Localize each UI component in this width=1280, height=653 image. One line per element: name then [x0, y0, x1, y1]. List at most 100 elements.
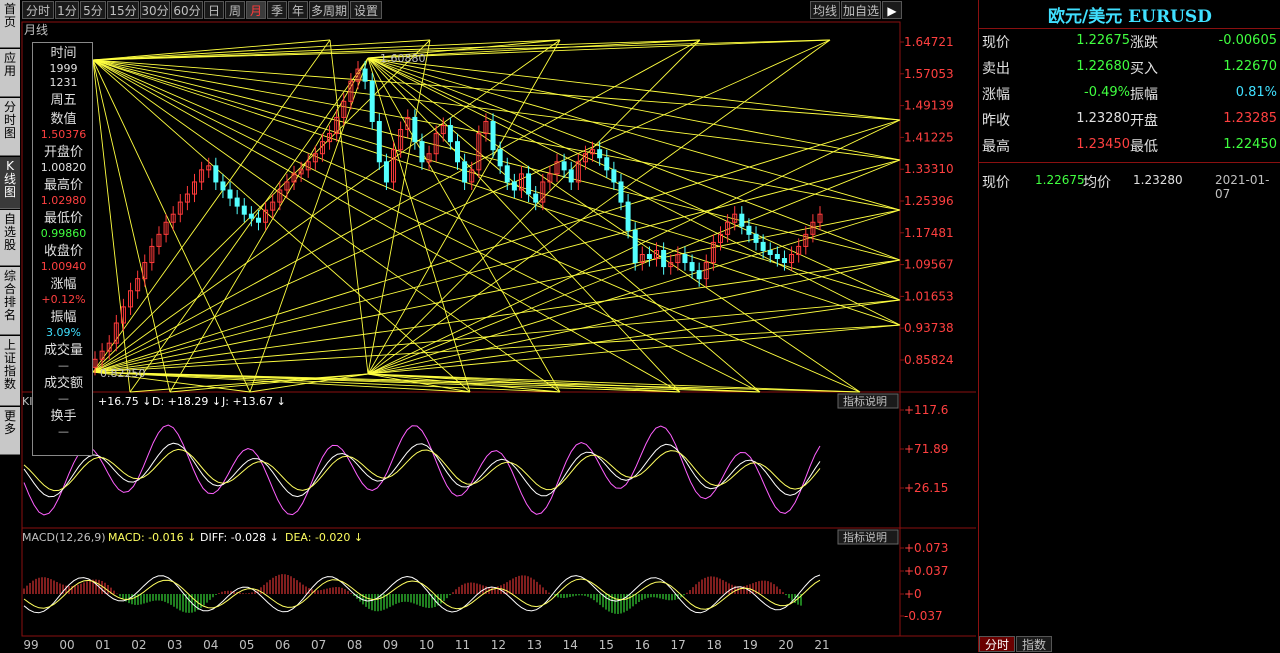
macd-axis-label: -0.037 [904, 609, 943, 623]
mini-price-value: 1.22675 [1035, 173, 1085, 187]
year-tick-label: 15 [599, 638, 614, 652]
info-value: 3.09% [46, 326, 81, 339]
info-label: 振幅 [50, 310, 77, 325]
info-label: 周五 [50, 93, 77, 108]
price-axis-label: 1.17481 [904, 226, 954, 240]
year-tick-label: 06 [275, 638, 290, 652]
price-axis-label: 0.85824 [904, 353, 954, 367]
bar-info-box: 时间 1999 1231 周五 数值 1.50376 开盘价 1.00820 最高价 1.0298… [32, 42, 93, 456]
year-tick-label: 21 [814, 638, 829, 652]
candle-body [689, 262, 695, 272]
quote-key: 昨收 [982, 113, 1010, 129]
kdj-explain-label: 指标说明 [843, 394, 887, 408]
candle-body [526, 173, 532, 195]
quote-value: 1.22670 [1223, 59, 1277, 74]
kdj-d-line [23, 448, 821, 492]
mini-avg-label: 均价 [1083, 175, 1111, 191]
macd-dea-line [23, 578, 821, 610]
year-tick-label: 02 [131, 638, 146, 652]
high-price-annotation: 1.60880 [380, 52, 426, 65]
kdj-axis-label: +71.89 [904, 442, 948, 456]
gann-fan-lines [92, 39, 901, 393]
year-tick-label: 11 [455, 638, 470, 652]
candle-body [597, 149, 603, 159]
year-tick-label: 10 [419, 638, 434, 652]
quote-value: -0.00605 [1218, 33, 1277, 48]
year-tick-label: 19 [742, 638, 757, 652]
candle-body [760, 241, 766, 251]
bottom-tab-1[interactable]: 指数 [1016, 636, 1052, 652]
price-axis-label: 1.49139 [904, 99, 954, 113]
macd-pane: MACD(12,26,9) MACD: -0.016 ↓ DIFF: -0.028 … [22, 529, 948, 623]
year-tick-label: 18 [706, 638, 721, 652]
year-tick-label: 13 [527, 638, 542, 652]
info-value: 1.50376 [40, 128, 87, 141]
quote-value: 1.22680 [1076, 59, 1130, 74]
year-tick-label: 12 [491, 638, 506, 652]
info-label: 收盘价 [43, 244, 83, 259]
year-tick-label: 99 [23, 638, 38, 652]
candle-body [746, 225, 752, 235]
info-value-2: 1231 [49, 76, 78, 89]
bottom-tab-label: 分时 [984, 638, 1009, 652]
price-axis-label: 1.25396 [904, 194, 954, 208]
info-label: 成交额 [43, 376, 83, 391]
candle-body [241, 205, 247, 215]
candle-body [611, 169, 617, 183]
candle-body [490, 120, 496, 151]
candle-body [227, 189, 233, 199]
macd-diff-value: DIFF: -0.028 ↓ [200, 531, 279, 544]
bottom-tab-0[interactable]: 分时 [979, 636, 1015, 652]
title-divider [979, 28, 1280, 29]
candle-body [504, 165, 510, 183]
macd-axis-label: +0.073 [904, 541, 948, 555]
kdj-d-value: D: +18.29 ↓ [152, 395, 221, 408]
info-value: 1.00940 [40, 260, 87, 273]
quote-key: 最高 [982, 139, 1010, 155]
info-label: 换手 [50, 409, 77, 424]
price-axis-label: 0.93738 [904, 321, 954, 335]
candle-body [369, 80, 375, 122]
candle-body [696, 270, 702, 280]
quote-value: -0.49% [1084, 85, 1130, 100]
mini-avg-value: 1.23280 [1133, 173, 1183, 187]
macd-dea-value: DEA: -0.020 ↓ [285, 531, 363, 544]
quote-key: 振幅 [1130, 87, 1158, 103]
candle-body [497, 149, 503, 167]
quote-key: 开盘 [1130, 113, 1158, 129]
candle-body [376, 120, 382, 163]
kdj-k-value: +16.75 ↓ [98, 395, 151, 408]
price-axis-label: 1.01653 [904, 289, 954, 303]
year-tick-label: 03 [167, 638, 182, 652]
quote-key: 买入 [1130, 61, 1158, 77]
candle-body [419, 141, 425, 163]
candle-body [234, 197, 240, 207]
candle-body [618, 181, 624, 203]
info-label: 成交量 [43, 343, 83, 358]
candle-body [781, 258, 787, 264]
year-tick-label: 08 [347, 638, 362, 652]
year-tick-label: 09 [383, 638, 398, 652]
price-axis-label: 1.41225 [904, 130, 954, 144]
candle-body [533, 193, 539, 203]
price-axis-label: 1.64721 [904, 35, 954, 49]
quote-key: 涨跌 [1130, 35, 1158, 51]
kdj-j-line [23, 424, 821, 516]
year-tick-label: 05 [239, 638, 254, 652]
macd-name: MACD(12,26,9) [22, 531, 106, 544]
year-tick-label: 01 [95, 638, 110, 652]
info-label: 最高价 [43, 178, 83, 193]
candle-body [255, 217, 261, 223]
year-tick-label: 16 [635, 638, 650, 652]
candle-body [767, 249, 773, 255]
candle-body [682, 253, 688, 264]
candle-body [604, 157, 610, 171]
info-label: 涨幅 [50, 277, 77, 292]
candle-body [753, 233, 759, 243]
candle-body [412, 116, 418, 143]
candle-body [220, 181, 226, 191]
candle-body [383, 161, 389, 183]
mini-price-label: 现价 [982, 175, 1010, 191]
quote-value: 1.23285 [1223, 111, 1277, 126]
year-tick-label: 07 [311, 638, 326, 652]
